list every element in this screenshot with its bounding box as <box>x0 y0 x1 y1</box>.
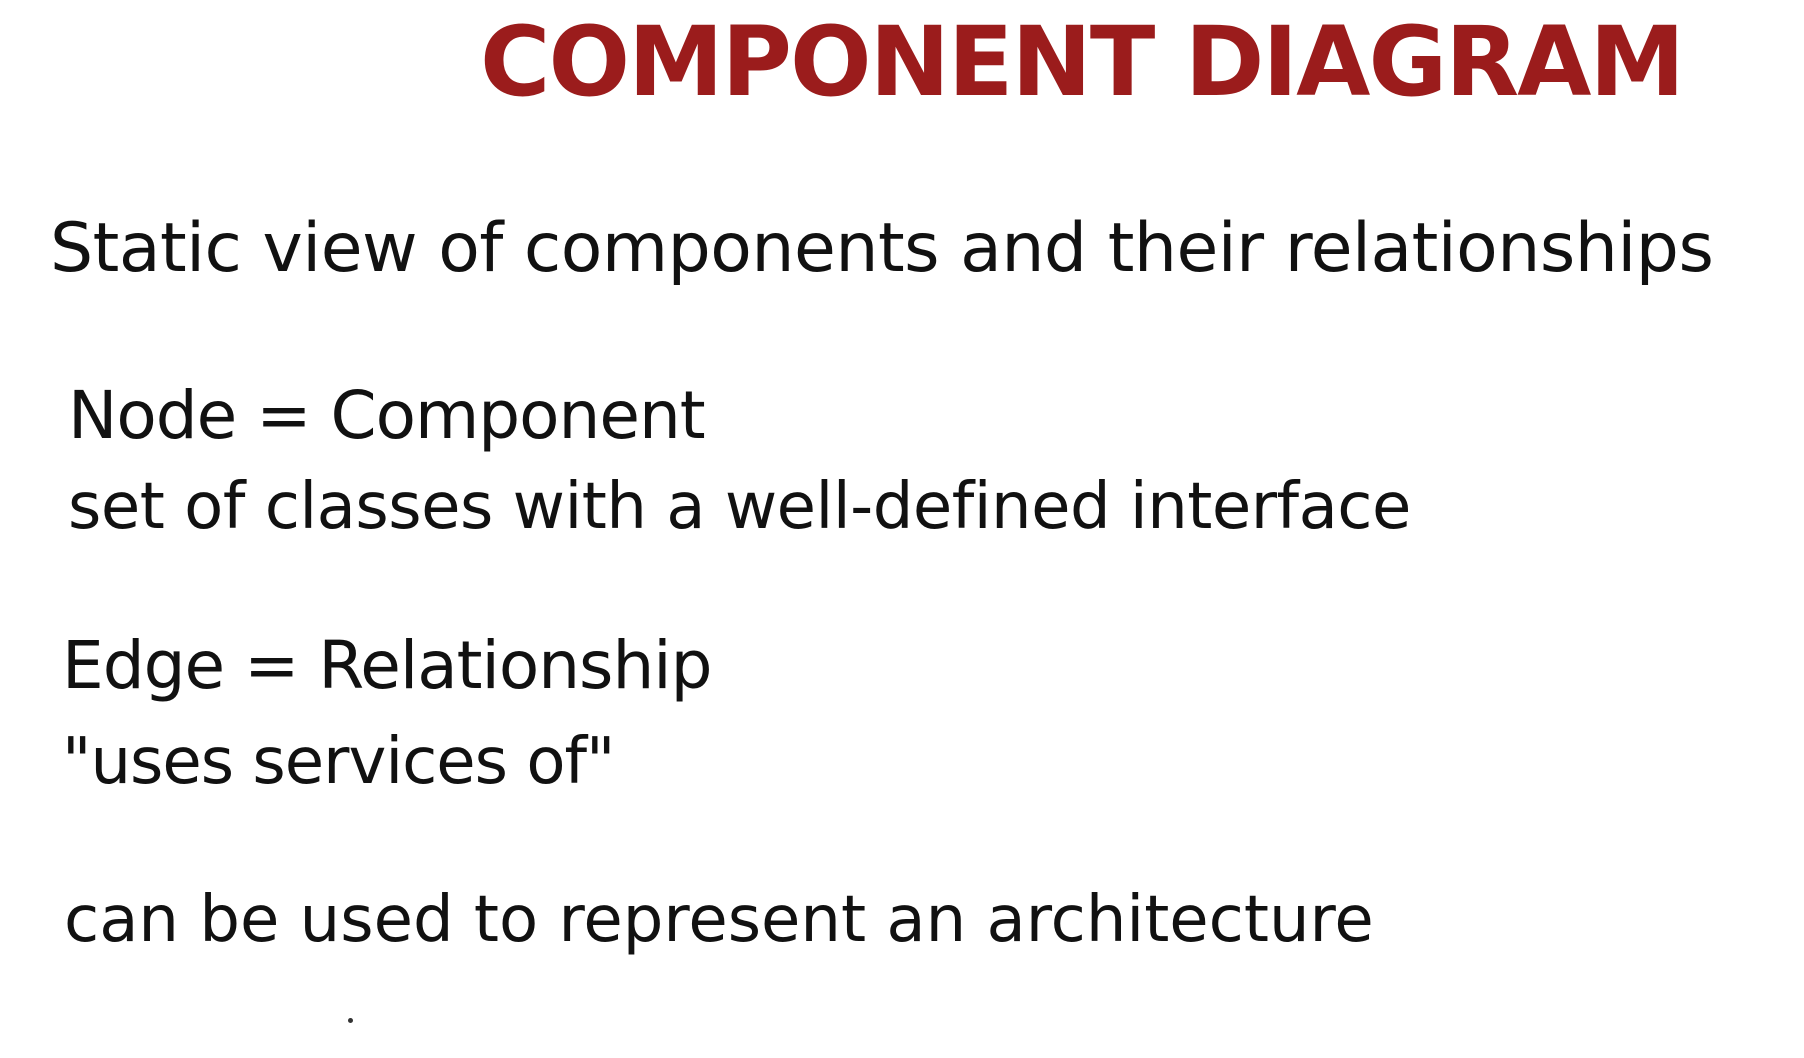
node-description: set of classes with a well-defined inter… <box>68 470 1411 544</box>
slide-title: COMPONENT DIAGRAM <box>480 6 1685 118</box>
node-definition: Node = Component <box>68 377 706 454</box>
stray-dot <box>348 1018 353 1023</box>
definition-line: Static view of components and their rela… <box>50 209 1714 288</box>
whiteboard-slide: COMPONENT DIAGRAM Static view of compone… <box>0 0 1804 1058</box>
usage-note: can be used to represent an architecture <box>64 883 1374 957</box>
edge-definition: Edge = Relationship <box>62 627 713 704</box>
edge-description: "uses services of" <box>62 725 615 799</box>
